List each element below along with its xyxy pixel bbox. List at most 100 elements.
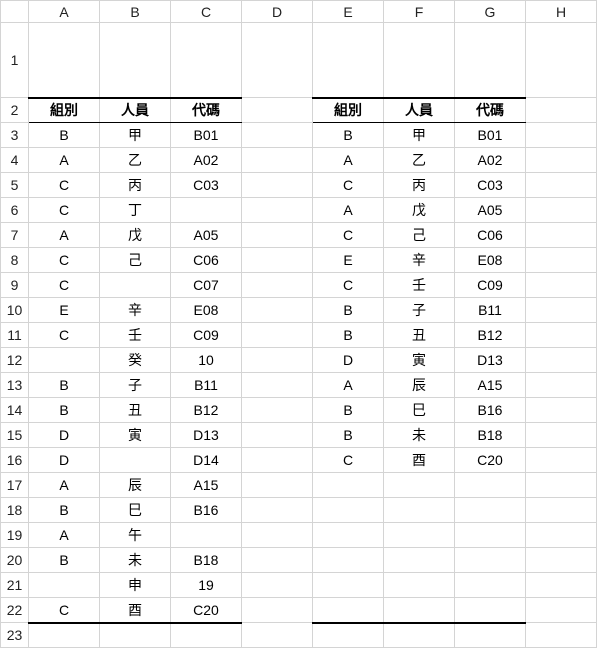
row-header-12[interactable]: 12 bbox=[1, 348, 29, 373]
cell-C23[interactable] bbox=[171, 623, 242, 648]
cell-A16[interactable]: D bbox=[29, 448, 100, 473]
cell-D15[interactable] bbox=[242, 423, 313, 448]
cell-F10[interactable]: 子 bbox=[384, 298, 455, 323]
cell-E2[interactable]: 組別 bbox=[313, 98, 384, 123]
cell-H9[interactable] bbox=[526, 273, 597, 298]
cell-C14[interactable]: B12 bbox=[171, 398, 242, 423]
cell-A13[interactable]: B bbox=[29, 373, 100, 398]
cell-H23[interactable] bbox=[526, 623, 597, 648]
cell-G10[interactable]: B11 bbox=[455, 298, 526, 323]
cell-G11[interactable]: B12 bbox=[455, 323, 526, 348]
cell-B14[interactable]: 丑 bbox=[100, 398, 171, 423]
cell-C12[interactable]: 10 bbox=[171, 348, 242, 373]
cell-D5[interactable] bbox=[242, 173, 313, 198]
cell-D1[interactable] bbox=[242, 23, 313, 98]
cell-E14[interactable]: B bbox=[313, 398, 384, 423]
cell-A1[interactable] bbox=[29, 23, 100, 98]
cell-G12[interactable]: D13 bbox=[455, 348, 526, 373]
cell-H13[interactable] bbox=[526, 373, 597, 398]
cell-H20[interactable] bbox=[526, 548, 597, 573]
cell-B16[interactable] bbox=[100, 448, 171, 473]
cell-G6[interactable]: A05 bbox=[455, 198, 526, 223]
cell-E7[interactable]: C bbox=[313, 223, 384, 248]
cell-C7[interactable]: A05 bbox=[171, 223, 242, 248]
row-header-17[interactable]: 17 bbox=[1, 473, 29, 498]
cell-C3[interactable]: B01 bbox=[171, 123, 242, 148]
cell-B20[interactable]: 未 bbox=[100, 548, 171, 573]
cell-D18[interactable] bbox=[242, 498, 313, 523]
col-header-D[interactable]: D bbox=[242, 1, 313, 23]
cell-B4[interactable]: 乙 bbox=[100, 148, 171, 173]
row-header-7[interactable]: 7 bbox=[1, 223, 29, 248]
cell-D17[interactable] bbox=[242, 473, 313, 498]
cell-F23[interactable] bbox=[384, 623, 455, 648]
cell-A12[interactable] bbox=[29, 348, 100, 373]
spreadsheet-grid[interactable]: ABCDEFGH12組別人員代碼組別人員代碼3B甲B01B甲B014A乙A02A… bbox=[0, 0, 597, 648]
cell-F1[interactable] bbox=[384, 23, 455, 98]
cell-C18[interactable]: B16 bbox=[171, 498, 242, 523]
cell-G4[interactable]: A02 bbox=[455, 148, 526, 173]
cell-G16[interactable]: C20 bbox=[455, 448, 526, 473]
row-header-4[interactable]: 4 bbox=[1, 148, 29, 173]
cell-C11[interactable]: C09 bbox=[171, 323, 242, 348]
cell-G14[interactable]: B16 bbox=[455, 398, 526, 423]
row-header-9[interactable]: 9 bbox=[1, 273, 29, 298]
cell-G19[interactable] bbox=[455, 523, 526, 548]
cell-F12[interactable]: 寅 bbox=[384, 348, 455, 373]
cell-C1[interactable] bbox=[171, 23, 242, 98]
cell-C8[interactable]: C06 bbox=[171, 248, 242, 273]
cell-D3[interactable] bbox=[242, 123, 313, 148]
cell-D10[interactable] bbox=[242, 298, 313, 323]
cell-B22[interactable]: 酉 bbox=[100, 598, 171, 623]
cell-A23[interactable] bbox=[29, 623, 100, 648]
cell-A10[interactable]: E bbox=[29, 298, 100, 323]
cell-G21[interactable] bbox=[455, 573, 526, 598]
cell-C20[interactable]: B18 bbox=[171, 548, 242, 573]
cell-B21[interactable]: 申 bbox=[100, 573, 171, 598]
cell-G23[interactable] bbox=[455, 623, 526, 648]
cell-E3[interactable]: B bbox=[313, 123, 384, 148]
cell-H1[interactable] bbox=[526, 23, 597, 98]
cell-B8[interactable]: 己 bbox=[100, 248, 171, 273]
cell-E15[interactable]: B bbox=[313, 423, 384, 448]
cell-C6[interactable] bbox=[171, 198, 242, 223]
cell-E9[interactable]: C bbox=[313, 273, 384, 298]
corner-cell[interactable] bbox=[1, 1, 29, 23]
cell-H7[interactable] bbox=[526, 223, 597, 248]
cell-C13[interactable]: B11 bbox=[171, 373, 242, 398]
cell-G22[interactable] bbox=[455, 598, 526, 623]
cell-F13[interactable]: 辰 bbox=[384, 373, 455, 398]
cell-E1[interactable] bbox=[313, 23, 384, 98]
row-header-10[interactable]: 10 bbox=[1, 298, 29, 323]
col-header-F[interactable]: F bbox=[384, 1, 455, 23]
cell-G9[interactable]: C09 bbox=[455, 273, 526, 298]
row-header-16[interactable]: 16 bbox=[1, 448, 29, 473]
cell-E4[interactable]: A bbox=[313, 148, 384, 173]
cell-H3[interactable] bbox=[526, 123, 597, 148]
col-header-B[interactable]: B bbox=[100, 1, 171, 23]
cell-F19[interactable] bbox=[384, 523, 455, 548]
row-header-14[interactable]: 14 bbox=[1, 398, 29, 423]
cell-E21[interactable] bbox=[313, 573, 384, 598]
row-header-20[interactable]: 20 bbox=[1, 548, 29, 573]
cell-A14[interactable]: B bbox=[29, 398, 100, 423]
cell-G20[interactable] bbox=[455, 548, 526, 573]
cell-E6[interactable]: A bbox=[313, 198, 384, 223]
cell-C9[interactable]: C07 bbox=[171, 273, 242, 298]
cell-A15[interactable]: D bbox=[29, 423, 100, 448]
cell-C19[interactable] bbox=[171, 523, 242, 548]
cell-B7[interactable]: 戊 bbox=[100, 223, 171, 248]
cell-B9[interactable] bbox=[100, 273, 171, 298]
cell-A8[interactable]: C bbox=[29, 248, 100, 273]
cell-F8[interactable]: 辛 bbox=[384, 248, 455, 273]
cell-E18[interactable] bbox=[313, 498, 384, 523]
cell-B10[interactable]: 辛 bbox=[100, 298, 171, 323]
cell-H5[interactable] bbox=[526, 173, 597, 198]
cell-F4[interactable]: 乙 bbox=[384, 148, 455, 173]
cell-F5[interactable]: 丙 bbox=[384, 173, 455, 198]
cell-E20[interactable] bbox=[313, 548, 384, 573]
cell-H11[interactable] bbox=[526, 323, 597, 348]
cell-F3[interactable]: 甲 bbox=[384, 123, 455, 148]
cell-G8[interactable]: E08 bbox=[455, 248, 526, 273]
cell-H17[interactable] bbox=[526, 473, 597, 498]
